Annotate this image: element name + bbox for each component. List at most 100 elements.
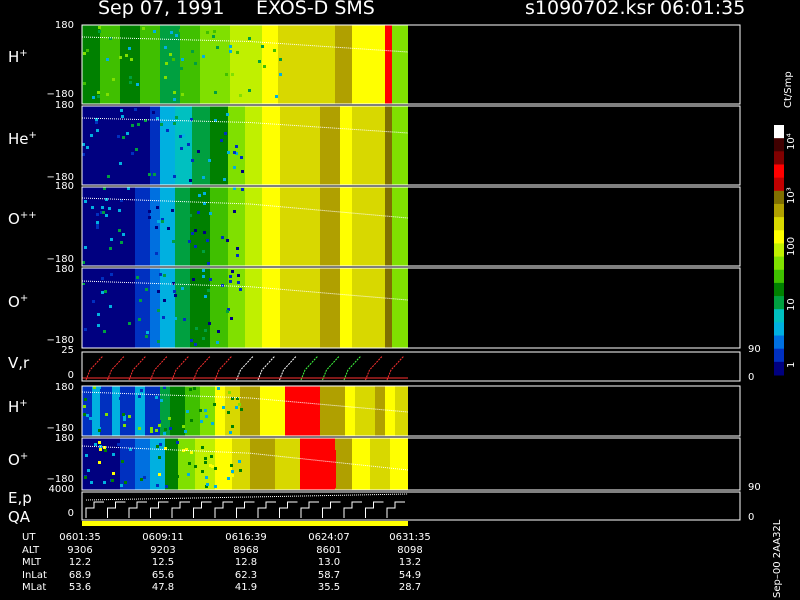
band-p3-3	[160, 187, 175, 266]
speckle-0-45	[103, 61, 106, 64]
speckle-5-20	[184, 430, 187, 433]
vr-trace-8	[257, 355, 276, 381]
band-p7-9	[250, 438, 275, 490]
vr-trace-2	[128, 355, 147, 381]
speckle-6-30	[176, 475, 179, 478]
speckle-1-23	[160, 123, 163, 126]
speckle-3-55	[231, 270, 234, 273]
speckle-3-10	[138, 318, 141, 321]
band-p1-3	[140, 25, 160, 104]
speckle-5-46	[122, 413, 125, 416]
band-p7-5	[178, 438, 195, 490]
cell: 68.9	[68, 569, 92, 581]
band-p6-18	[355, 386, 375, 436]
speckle-2-36	[118, 229, 121, 232]
cell: 47.8	[151, 582, 175, 593]
speckle-2-35	[241, 188, 244, 191]
speckle-6-14	[205, 476, 208, 479]
speckle-2-25	[176, 213, 179, 216]
panel-frame-7	[81, 491, 741, 521]
speckle-0-48	[225, 73, 228, 76]
colorbar-unit: Ct/Smp	[783, 71, 794, 108]
speckle-5-59	[83, 413, 86, 416]
band-p1-2	[120, 25, 140, 104]
colorbar-tick-10: 10	[786, 298, 797, 311]
band-p7-7	[215, 438, 232, 490]
speckle-3-24	[101, 291, 104, 294]
cell: 8098	[397, 544, 423, 556]
speckle-3-40	[190, 339, 193, 342]
speckle-2-42	[102, 211, 105, 214]
speckle-6-27	[112, 453, 115, 456]
speckle-2-41	[188, 240, 191, 243]
speckle-0-10	[216, 46, 219, 49]
band-p1-8	[262, 25, 278, 104]
speckle-6-57	[201, 470, 204, 473]
colorbar-swatch-9	[774, 243, 784, 258]
speckle-5-34	[211, 422, 214, 425]
row-label-mlat: MLat	[22, 582, 47, 593]
speckle-1-21	[86, 146, 89, 149]
speckle-1-39	[220, 139, 223, 142]
tick-top-7: 180	[54, 433, 74, 444]
speckle-3-51	[146, 331, 149, 334]
band-p7-14	[370, 438, 390, 490]
cell: 65.6	[151, 569, 175, 581]
speckle-5-23	[123, 418, 126, 421]
speckle-2-55	[207, 262, 210, 265]
vr-trace-14	[386, 355, 405, 381]
band-p3-9	[262, 187, 280, 266]
speckle-5-45	[227, 411, 230, 414]
speckle-6-52	[201, 446, 204, 449]
speckle-2-56	[157, 220, 160, 223]
speckle-0-1	[130, 58, 133, 61]
speckle-0-7	[92, 96, 95, 99]
speckle-0-0	[180, 67, 183, 70]
band-p6-19	[375, 386, 385, 436]
band-p7-13	[352, 438, 370, 490]
speckle-0-29	[229, 45, 232, 48]
panel-frame-4	[81, 351, 741, 382]
speckle-6-18	[140, 478, 143, 481]
speckle-2-9	[122, 233, 125, 236]
speckle-5-57	[169, 427, 172, 430]
vr-trace-7	[236, 355, 254, 381]
speckle-5-13	[137, 410, 140, 413]
panel-label-qa: QA	[8, 508, 31, 526]
speckle-0-2	[97, 91, 100, 94]
speckle-0-28	[125, 54, 128, 57]
vr-trace-9	[279, 355, 297, 381]
cell: 28.7	[398, 582, 422, 593]
speckle-1-50	[96, 129, 99, 132]
speckle-2-2	[96, 213, 99, 216]
tick-top-1: 180	[54, 20, 74, 31]
speckle-6-48	[209, 464, 212, 467]
speckle-3-8	[183, 318, 186, 321]
ephemeris-col-3: 0616:39 8968 12.8 62.3 41.9	[216, 532, 276, 595]
speckle-3-3	[163, 274, 166, 277]
speckle-1-27	[197, 150, 200, 153]
band-p3-14	[352, 187, 385, 266]
speckle-2-54	[191, 232, 194, 235]
speckle-6-5	[190, 451, 193, 454]
speckle-2-38	[96, 224, 99, 227]
colorbar-swatch-1	[774, 138, 784, 152]
speckle-5-38	[205, 415, 208, 418]
panel-label-h-plus-2: H+	[8, 398, 28, 416]
speckle-3-25	[226, 310, 229, 313]
speckle-2-49	[132, 249, 135, 252]
speckle-2-47	[121, 210, 124, 213]
band-p3-6	[210, 187, 228, 266]
band-p7-4	[165, 438, 178, 490]
speckle-6-41	[231, 470, 234, 473]
speckle-0-14	[97, 95, 100, 98]
speckle-2-1	[167, 227, 170, 230]
speckle-3-11	[202, 337, 205, 340]
speckle-6-9	[218, 482, 221, 485]
ephemeris-col-5: 0631:35 8098 13.2 54.9 28.7	[380, 532, 440, 595]
speckle-2-16	[197, 211, 200, 214]
rtick-top-8: 90	[748, 482, 761, 493]
speckle-5-19	[186, 410, 189, 413]
speckle-0-34	[261, 45, 264, 48]
speckle-5-26	[98, 429, 101, 432]
